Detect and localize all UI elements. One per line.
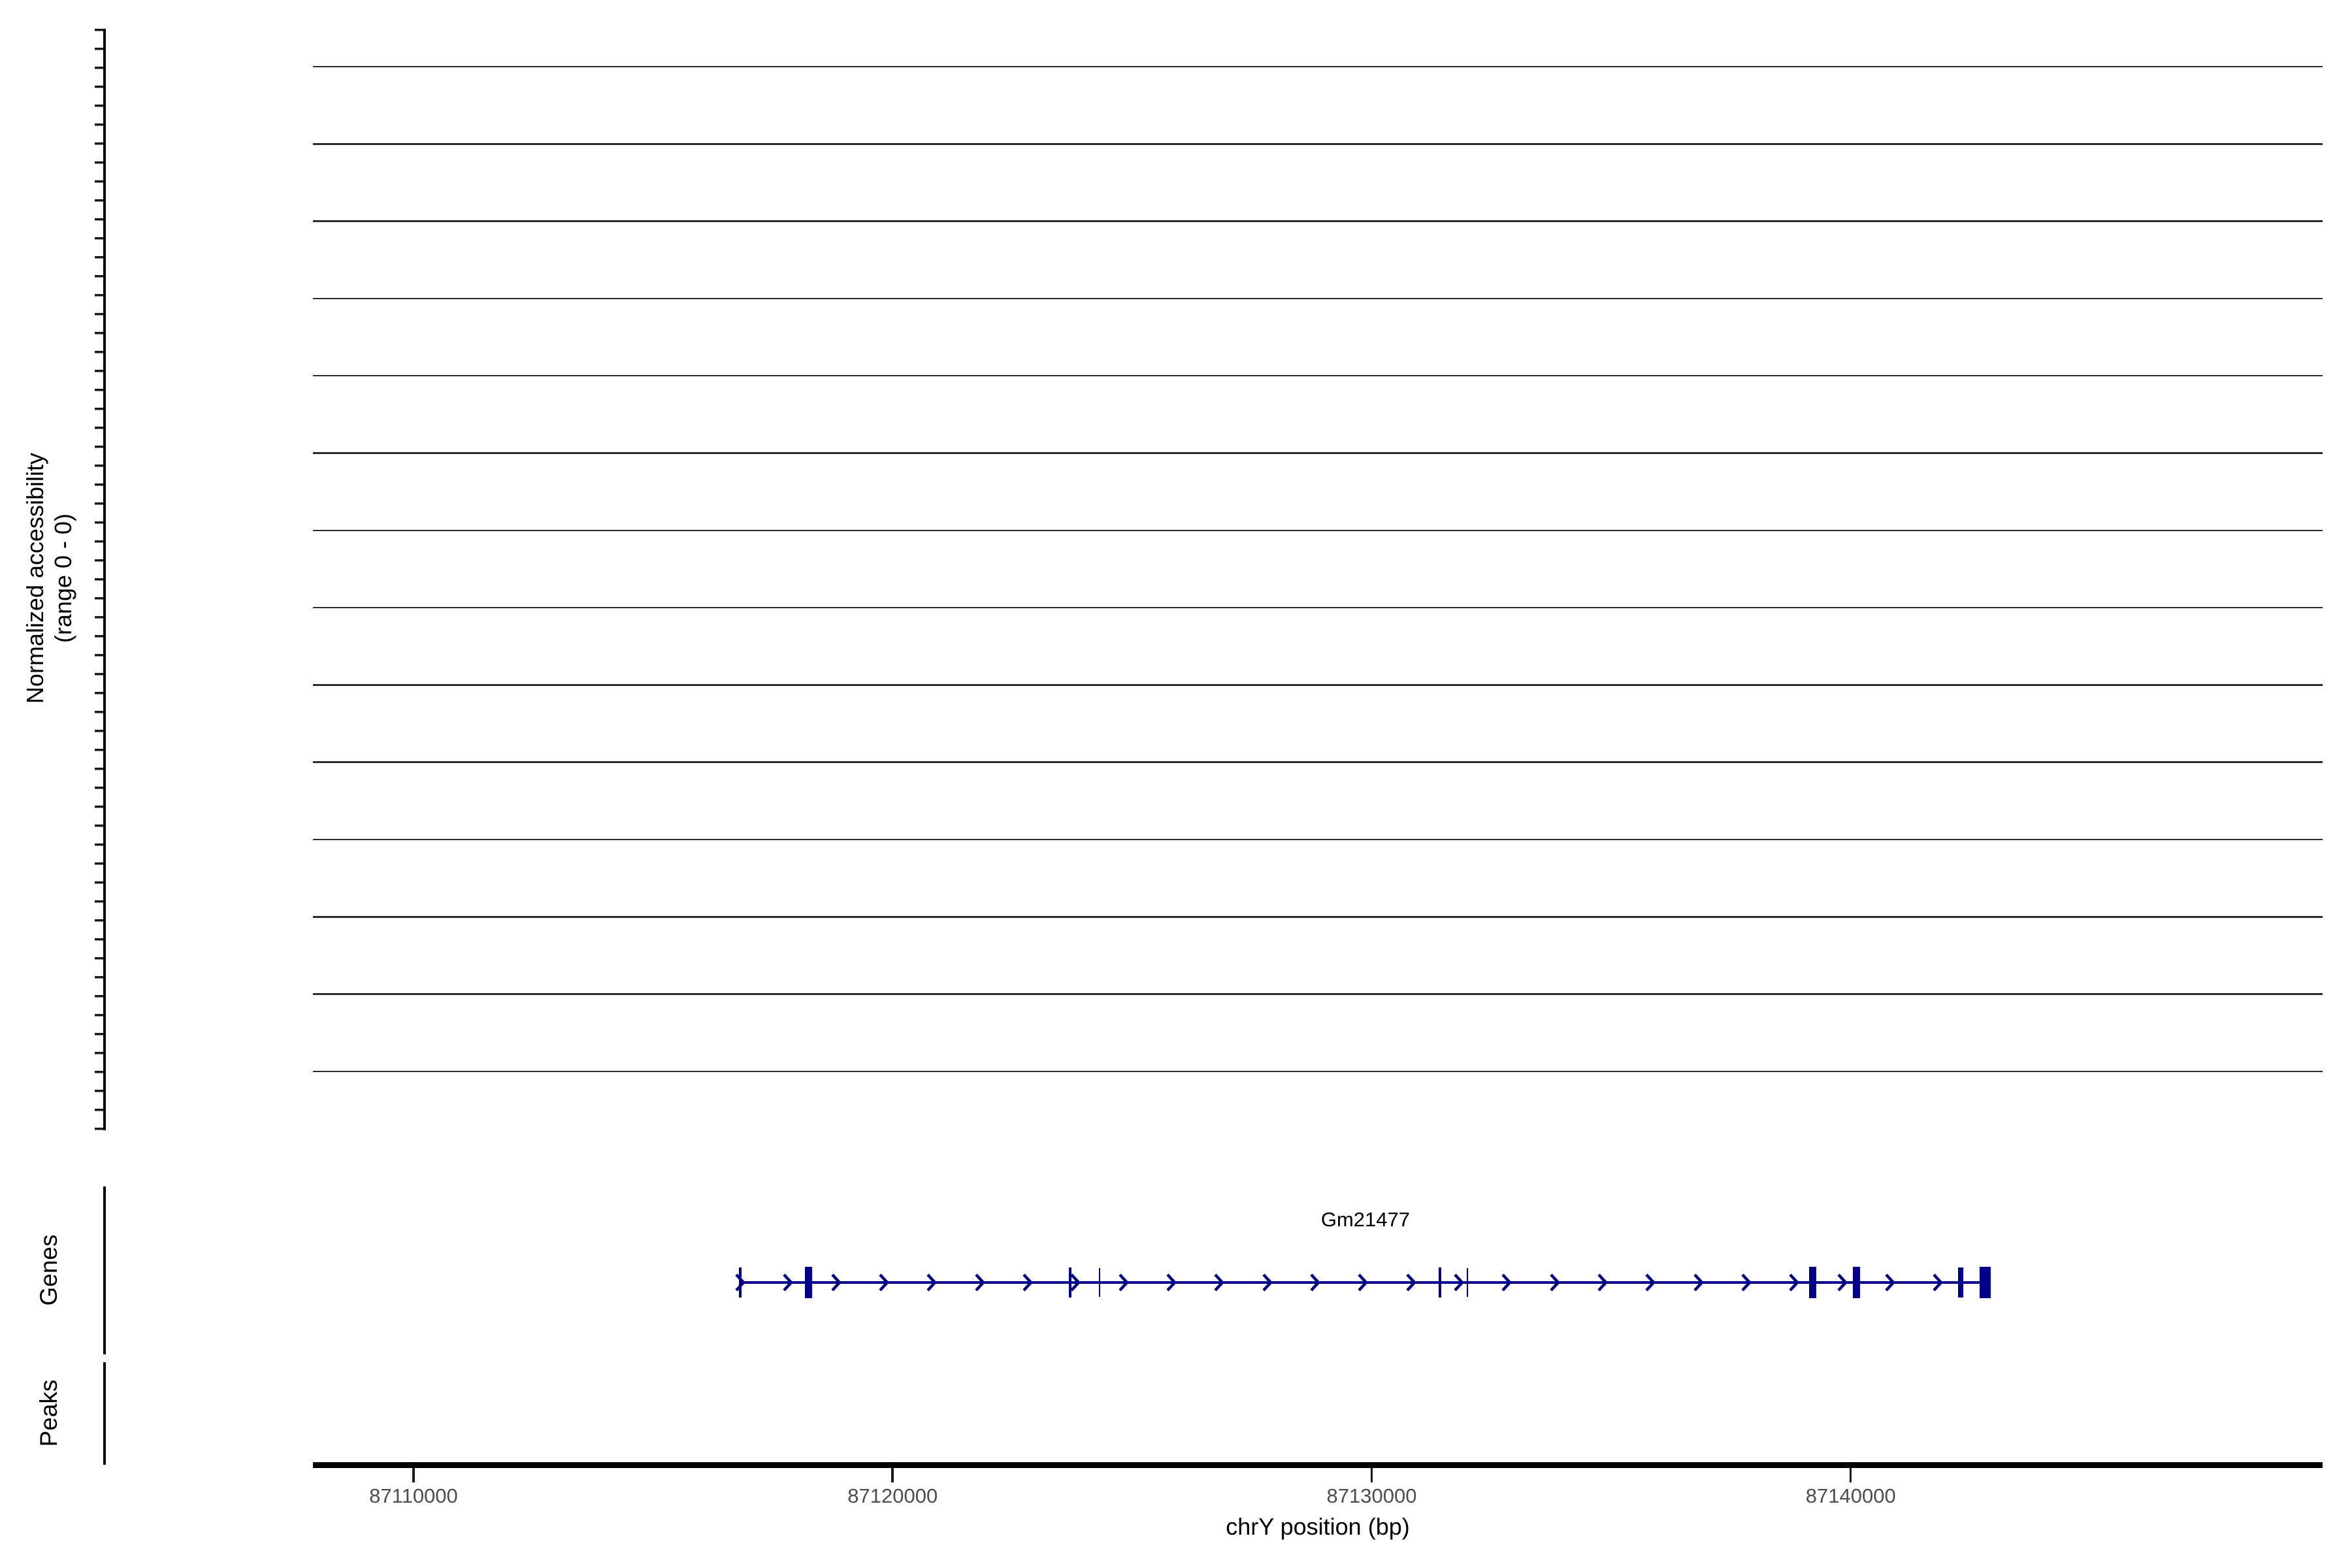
gene-strand-chevron <box>1932 1273 1944 1296</box>
gene-tick-medium <box>1958 1267 1963 1298</box>
peaks-bracket <box>103 1362 106 1465</box>
x-axis-tick-label: 87140000 <box>1772 1484 1929 1508</box>
track-baseline <box>313 684 2323 686</box>
track-baseline <box>313 761 2323 763</box>
gene-strand-chevron <box>1837 1273 1848 1296</box>
x-axis-tick <box>412 1468 415 1482</box>
track-baseline <box>313 530 2323 532</box>
x-axis-tick <box>1850 1468 1852 1482</box>
gene-strand-chevron <box>1309 1273 1321 1296</box>
gene-strand-chevron <box>926 1273 938 1296</box>
gene-tick-thin <box>1069 1267 1071 1298</box>
track-baseline <box>313 220 2323 222</box>
gene-strand-chevron <box>782 1273 794 1296</box>
gene-strand-chevron <box>1644 1273 1656 1296</box>
peaks-section-label: Peaks <box>35 1380 63 1447</box>
gene-exon <box>1809 1267 1816 1298</box>
gene-strand-chevron <box>1884 1273 1896 1296</box>
gene-strand-chevron <box>1788 1273 1800 1296</box>
gene-hairline <box>1099 1268 1101 1297</box>
genes-bracket <box>103 1186 106 1354</box>
gene-strand-chevron <box>1166 1273 1177 1296</box>
y-axis-spine <box>103 29 106 1130</box>
x-axis-tick-label: 87130000 <box>1293 1484 1450 1508</box>
track-baseline <box>313 298 2323 300</box>
track-baseline <box>313 452 2323 454</box>
y-axis-title: Normalized accessibility (range 0 - 0) <box>21 453 77 704</box>
y-axis-title-line1: Normalized accessibility <box>21 453 49 704</box>
track-baseline <box>313 993 2323 995</box>
x-axis-tick <box>891 1468 894 1482</box>
genes-section-label: Genes <box>35 1234 63 1305</box>
track-baseline <box>313 916 2323 918</box>
gene-tick-thin <box>1439 1267 1441 1298</box>
gene-strand-chevron <box>1213 1273 1225 1296</box>
x-axis-tick <box>1371 1468 1373 1482</box>
gene-block <box>1980 1267 1991 1298</box>
gene-exon <box>805 1267 812 1298</box>
gene-strand-chevron <box>1740 1273 1752 1296</box>
gene-strand-chevron <box>974 1273 986 1296</box>
gene-strand-chevron <box>1501 1273 1512 1296</box>
gene-strand-chevron <box>878 1273 890 1296</box>
track-baseline <box>313 1071 2323 1073</box>
gene-strand-chevron <box>1070 1273 1081 1296</box>
gene-hairline <box>1467 1268 1469 1297</box>
gene-strand-chevron <box>1262 1273 1273 1296</box>
gene-strand-chevron <box>1549 1273 1561 1296</box>
gene-strand-chevron <box>1118 1273 1130 1296</box>
gene-strand-chevron <box>1405 1273 1417 1296</box>
gene-exon <box>1853 1267 1860 1298</box>
y-axis-minor-ticks <box>95 29 103 1130</box>
genome-track-figure: Normalized accessibility (range 0 - 0) 2… <box>0 0 2352 1568</box>
gene-name-label: Gm21477 <box>1235 1208 1496 1232</box>
track-baseline <box>313 607 2323 609</box>
track-baseline <box>313 839 2323 841</box>
x-axis-tick-label: 87120000 <box>814 1484 971 1508</box>
x-axis-title: chrY position (bp) <box>1122 1513 1514 1541</box>
track-baseline <box>313 143 2323 145</box>
gene-strand-chevron <box>1357 1273 1369 1296</box>
y-axis-title-line2: (range 0 - 0) <box>49 453 77 704</box>
track-baseline <box>313 375 2323 377</box>
gene-strand-chevron <box>1453 1273 1465 1296</box>
track-baseline <box>313 66 2323 68</box>
gene-strand-chevron <box>1022 1273 1034 1296</box>
gene-strand-chevron <box>1693 1273 1705 1296</box>
x-axis-line <box>313 1462 2323 1468</box>
gene-strand-chevron <box>1597 1273 1609 1296</box>
x-axis-tick-label: 87110000 <box>335 1484 492 1508</box>
gene-strand-chevron <box>830 1273 842 1296</box>
gene-tick-thin <box>739 1267 742 1298</box>
